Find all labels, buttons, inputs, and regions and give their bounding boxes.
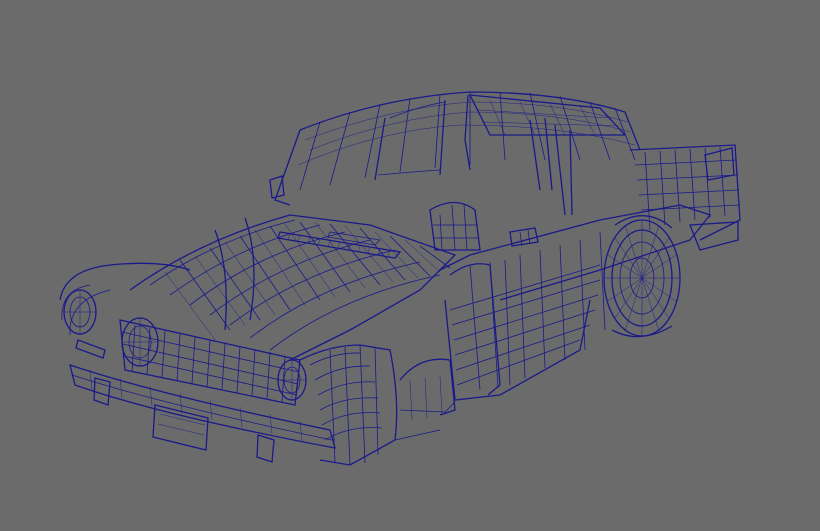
front-grille-mesh: [59, 262, 336, 463]
front-fender-mesh: [299, 344, 456, 466]
rear-body-mesh: [629, 144, 741, 251]
car-wireframe-model[interactable]: [0, 0, 820, 531]
rear-wheel-mesh: [603, 215, 681, 338]
underbody-mesh: [394, 375, 456, 441]
hood-mesh: [129, 214, 457, 361]
roof-mesh: [274, 91, 641, 216]
3d-viewport[interactable]: [0, 0, 820, 531]
